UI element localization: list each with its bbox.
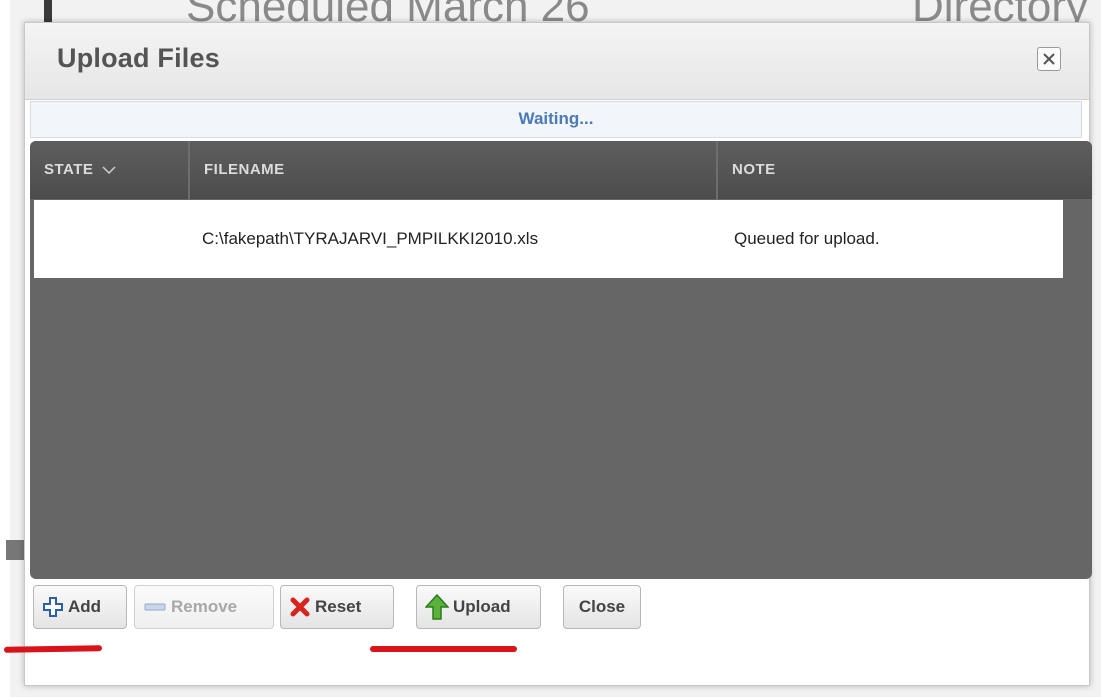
row-filename: C:\fakepath\TYRAJARVI_PMPILKKI2010.xls	[202, 229, 539, 248]
upload-button[interactable]: Upload	[416, 585, 541, 629]
row-note: Queued for upload.	[734, 229, 880, 248]
close-x-glyph	[1043, 53, 1055, 65]
add-button[interactable]: Add	[33, 585, 127, 629]
grid-header: STATE FILENAME NOTE	[30, 141, 1092, 199]
green-up-arrow-icon	[425, 594, 449, 620]
close-button-label: Close	[578, 597, 626, 616]
upload-button-label: Upload	[453, 597, 511, 616]
red-x-icon	[290, 597, 310, 617]
annotation-underline-upload	[370, 646, 517, 652]
dialog-title: Upload Files	[57, 43, 220, 73]
chevron-down-icon	[102, 166, 116, 175]
column-header-state[interactable]: STATE	[30, 141, 190, 199]
close-button[interactable]: Close	[563, 585, 641, 629]
close-icon[interactable]	[1037, 47, 1061, 71]
remove-button-label: Remove	[171, 597, 238, 616]
background-edge-block	[6, 540, 24, 560]
upload-files-dialog: Upload Files Waiting... STATE FILENAME N…	[24, 22, 1092, 686]
file-grid: STATE FILENAME NOTE C:\fakepath\TYRAJARV…	[30, 141, 1092, 579]
column-header-state-label: STATE	[44, 161, 94, 178]
minus-icon	[144, 603, 166, 611]
add-button-label: Add	[68, 597, 102, 616]
plus-icon	[43, 597, 63, 617]
dialog-titlebar: Upload Files	[25, 23, 1089, 100]
reset-button-label: Reset	[315, 597, 362, 616]
background-left-margin	[0, 0, 10, 697]
background-marker	[44, 0, 52, 22]
column-header-note[interactable]: NOTE	[718, 141, 1092, 199]
column-header-filename[interactable]: FILENAME	[190, 141, 718, 199]
reset-button[interactable]: Reset	[280, 585, 394, 629]
upload-status: Waiting...	[30, 101, 1082, 138]
table-row[interactable]: C:\fakepath\TYRAJARVI_PMPILKKI2010.xls Q…	[34, 200, 1063, 278]
remove-button[interactable]: Remove	[134, 585, 274, 629]
dialog-toolbar: Add Remove Reset Upload Close	[25, 585, 1089, 645]
